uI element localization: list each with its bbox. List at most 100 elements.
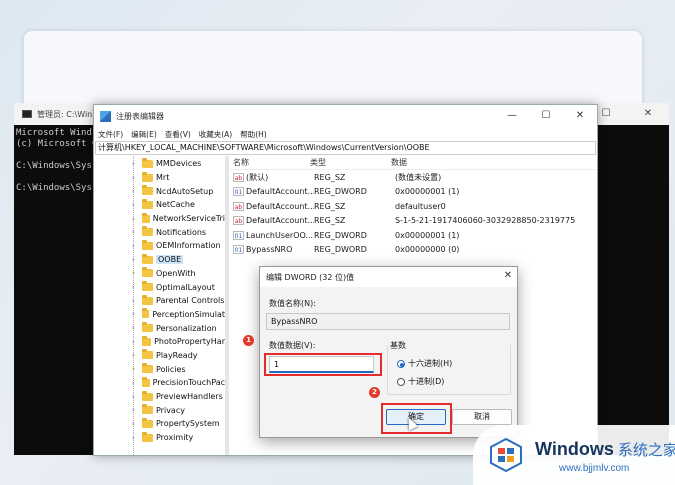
chevron-right-icon[interactable]: › [132,283,135,291]
tree-item[interactable]: › Personalization [94,321,225,335]
tree-item-label: Mrt [156,173,170,183]
chevron-right-icon[interactable]: › [132,256,135,264]
chevron-right-icon[interactable]: › [132,201,135,209]
column-type[interactable]: 类型 [310,157,391,168]
chevron-right-icon[interactable]: › [132,160,135,168]
chevron-right-icon[interactable]: › [132,393,135,401]
value-name-label: 数值名称(N): [269,299,316,308]
tree-item[interactable]: › Proximity [94,431,225,445]
chevron-right-icon[interactable]: › [132,420,135,428]
value-name: BypassNRO [246,245,293,255]
console-icon [22,110,32,118]
value-row[interactable]: ab DefaultAccount... REG_SZ defaultuser0 [229,199,597,214]
tree-item[interactable]: › PhotoPropertyHar [94,335,225,349]
string-value-icon: ab [233,216,244,226]
dialog-close-button[interactable]: ✕ [504,270,512,281]
console-close-button[interactable]: ✕ [627,103,669,125]
value-type: REG_DWORD [314,187,367,197]
chevron-right-icon[interactable]: › [132,324,135,332]
chevron-right-icon[interactable]: › [132,310,135,318]
menu-edit[interactable]: 编辑(E) [131,129,157,140]
folder-icon [142,253,153,264]
radio-decimal[interactable]: 十进制(D) [397,376,444,387]
menu-favorites[interactable]: 收藏夹(A) [199,129,232,140]
menu-view[interactable]: 查看(V) [165,129,191,140]
value-row[interactable]: 01 LaunchUserOO... REG_DWORD 0x00000001 (1) [229,228,597,243]
folder-icon [142,226,153,237]
folder-icon [142,157,153,168]
tree-item[interactable]: › NcdAutoSetup [94,184,225,198]
menu-bar: 文件(F) 编辑(E) 查看(V) 收藏夹(A) 帮助(H) [94,127,597,141]
value-data: 0x00000001 (1) [395,230,460,240]
highlight-value-data [264,353,382,376]
column-data[interactable]: 数据 [391,157,407,168]
tree-item[interactable]: › Parental Controls [94,294,225,308]
dword-value-icon: 01 [233,230,244,240]
chevron-right-icon[interactable]: › [132,406,135,414]
tree-item[interactable]: › PerceptionSimulat [94,308,225,322]
regedit-titlebar[interactable]: 注册表编辑器 — ☐ ✕ [94,105,597,127]
radio-dec-dot[interactable] [397,377,405,386]
tree-item-label: OptimalLayout [156,282,215,292]
address-bar[interactable]: 计算机\HKEY_LOCAL_MACHINE\SOFTWARE\Microsof… [95,141,596,155]
value-name: DefaultAccount... [246,216,314,226]
chevron-right-icon[interactable]: › [132,365,135,373]
tree-item[interactable]: › OpenWith [94,267,225,281]
windows-logo-icon [490,438,522,472]
tree-item[interactable]: › Mrt [94,171,225,185]
tree-item[interactable]: › Privacy [94,403,225,417]
chevron-right-icon[interactable]: › [132,351,135,359]
tree-item[interactable]: › OOBE [94,253,225,267]
dialog-titlebar[interactable]: 编辑 DWORD (32 位)值 ✕ [260,267,517,287]
regedit-minimize-button[interactable]: — [495,105,529,127]
tree-item[interactable]: › OptimalLayout [94,280,225,294]
cancel-button[interactable]: 取消 [452,409,512,425]
chevron-right-icon[interactable]: › [132,297,135,305]
value-row[interactable]: ab DefaultAccount... REG_SZ S-1-5-21-191740… [229,214,597,229]
regedit-maximize-button[interactable]: ☐ [529,105,563,127]
folder-icon [142,308,150,319]
value-row[interactable]: 01 DefaultAccount... REG_DWORD 0x00000001 (… [229,185,597,200]
folder-icon [142,322,153,333]
tree-item-label: PlayReady [156,350,198,360]
console-title: 管理员: C:\Win [37,109,93,119]
tree-item[interactable]: › OEMInformation [94,239,225,253]
tree-item[interactable]: › Policies [94,362,225,376]
watermark-title: Windows 系统之家 [535,439,675,460]
column-name[interactable]: 名称 [229,157,310,168]
regedit-close-button[interactable]: ✕ [563,105,597,127]
chevron-right-icon[interactable]: › [132,434,135,442]
tree-item-label: PropertySystem [156,419,220,429]
tree-item[interactable]: › PrecisionTouchPac [94,376,225,390]
dialog-title: 编辑 DWORD (32 位)值 [266,272,355,282]
key-tree[interactable]: › MMDevices › Mrt › NcdAutoSetup › NetCache › Net… [94,156,229,455]
tree-item[interactable]: › PreviewHandlers [94,390,225,404]
menu-file[interactable]: 文件(F) [98,129,123,140]
folder-icon [142,376,150,387]
value-row[interactable]: 01 BypassNRO REG_DWORD 0x00000000 (0) [229,243,597,258]
chevron-right-icon[interactable]: › [132,187,135,195]
radio-hexadecimal[interactable]: 十六进制(H) [397,358,452,369]
tree-item[interactable]: › PlayReady [94,349,225,363]
chevron-right-icon[interactable]: › [132,215,135,223]
tree-item[interactable]: › MMDevices [94,157,225,171]
tree-item-label: PhotoPropertyHar [154,337,225,347]
tree-item[interactable]: › NetworkServiceTri [94,212,225,226]
tree-item[interactable]: › NetCache [94,198,225,212]
menu-help[interactable]: 帮助(H) [240,129,267,140]
radio-hex-dot[interactable] [397,359,405,368]
chevron-right-icon[interactable]: › [132,338,135,346]
tree-item[interactable]: › Notifications [94,225,225,239]
folder-icon [142,185,153,196]
chevron-right-icon[interactable]: › [132,174,135,182]
chevron-right-icon[interactable]: › [132,379,135,387]
radio-dec-label: 十进制(D) [408,377,445,386]
value-row[interactable]: ab (默认) REG_SZ (数值未设置) [229,170,597,185]
tree-item[interactable]: › PropertySystem [94,417,225,431]
chevron-right-icon[interactable]: › [132,228,135,236]
value-data: 0x00000001 (1) [395,187,460,197]
tree-item-label: NetworkServiceTri [152,214,225,224]
value-name: (默认) [246,172,269,182]
chevron-right-icon[interactable]: › [132,242,135,250]
chevron-right-icon[interactable]: › [132,269,135,277]
